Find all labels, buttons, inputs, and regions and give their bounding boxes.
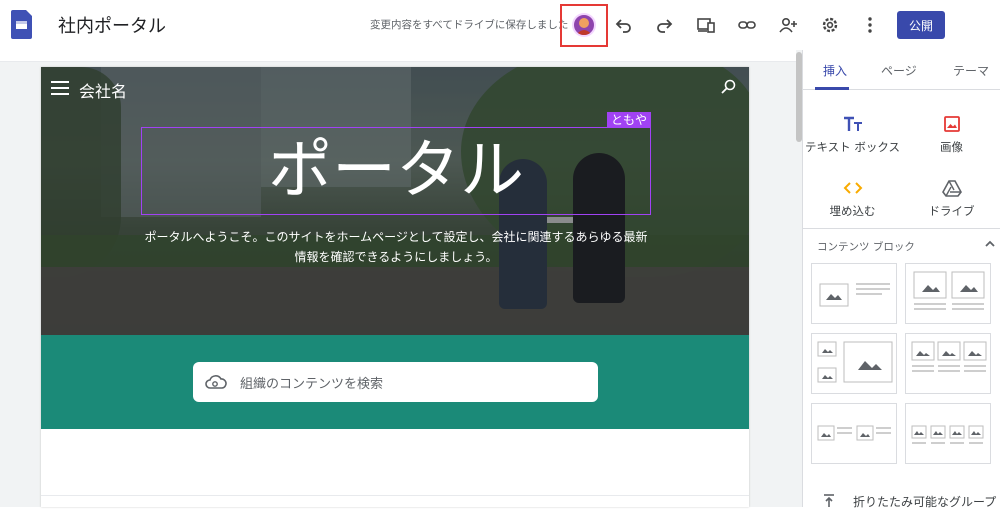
content-block-image-text[interactable] [811, 263, 897, 324]
publish-button[interactable]: 公開 [897, 11, 945, 39]
insert-panel: 挿入 ページ テーマ テキスト ボックス 画像 埋め込む ドライブ コンテンツ … [802, 50, 1000, 509]
image-icon [943, 116, 960, 132]
tool-label: 埋め込む [829, 204, 876, 218]
hero-description[interactable]: ポータルへようこそ。このサイトをホームページとして設定し、会社に関連するあらゆる… [141, 227, 651, 267]
collapsible-group-label: 折りたたみ可能なグループ [853, 495, 997, 509]
insert-text-box-button[interactable]: テキスト ボックス [803, 105, 902, 165]
top-bar: 社内ポータル 変更内容をすべてドライブに保存しました 公開 [0, 0, 1000, 50]
tool-label: テキスト ボックス [805, 140, 900, 154]
undo-icon[interactable] [612, 13, 636, 37]
save-status: 変更内容をすべてドライブに保存しました [370, 19, 569, 31]
preview-icon[interactable] [694, 13, 718, 37]
insert-image-button[interactable]: 画像 [902, 105, 1000, 165]
hero-title[interactable]: ポータル [142, 132, 650, 210]
drive-icon [941, 180, 962, 197]
ruler [0, 50, 796, 62]
search-section: 組織のコンテンツを検索 [41, 335, 749, 429]
sites-logo-icon[interactable] [11, 10, 32, 39]
content-blocks-header[interactable]: コンテンツ ブロック [817, 239, 915, 254]
search-icon[interactable] [721, 79, 737, 95]
hero-header[interactable]: 会社名 ともや ポータル ポータルへようこそ。このサイトをホームページとして設定… [41, 67, 749, 335]
more-icon[interactable] [858, 13, 882, 37]
hero-description-line: 情報を確認できるようにしましょう。 [294, 250, 498, 264]
user-avatar[interactable] [572, 13, 596, 37]
chevron-up-icon[interactable] [984, 238, 996, 250]
content-block-two-image-text[interactable] [811, 403, 897, 464]
panel-divider [803, 228, 1000, 229]
tool-label: 画像 [940, 140, 963, 154]
content-block-two-images[interactable] [905, 263, 991, 324]
search-placeholder: 組織のコンテンツを検索 [240, 377, 384, 392]
panel-tabs: 挿入 ページ テーマ [803, 50, 1000, 90]
content-block-four-columns[interactable] [905, 403, 991, 464]
content-block-gallery[interactable] [811, 333, 897, 394]
content-block-three-columns[interactable] [905, 333, 991, 394]
share-icon[interactable] [776, 13, 800, 37]
collapsible-group-icon [824, 494, 834, 507]
tab-insert[interactable]: 挿入 [823, 62, 847, 79]
redo-icon[interactable] [652, 13, 676, 37]
tab-pages[interactable]: ページ [881, 62, 917, 79]
cloud-search-icon [205, 375, 227, 389]
menu-icon[interactable] [51, 81, 69, 95]
document-title[interactable]: 社内ポータル [58, 12, 166, 38]
insert-drive-button[interactable]: ドライブ [902, 169, 1000, 229]
tab-themes[interactable]: テーマ [953, 62, 989, 79]
settings-icon[interactable] [818, 13, 842, 37]
embed-icon [843, 182, 862, 194]
collaborator-tag: ともや [606, 112, 651, 128]
link-icon[interactable] [735, 13, 759, 37]
text-box-icon [843, 116, 862, 131]
highlighted-avatar-frame [560, 4, 608, 47]
hero-description-line: ポータルへようこそ。このサイトをホームページとして設定し、会社に関連するあらゆる… [144, 230, 648, 244]
section-divider [41, 495, 749, 496]
insert-embed-button[interactable]: 埋め込む [803, 169, 902, 229]
active-tab-indicator [815, 87, 849, 90]
org-search-input[interactable]: 組織のコンテンツを検索 [193, 362, 598, 402]
title-text-box[interactable]: ともや ポータル [141, 112, 651, 215]
tool-label: ドライブ [928, 204, 975, 218]
site-page: 会社名 ともや ポータル ポータルへようこそ。このサイトをホームページとして設定… [41, 67, 749, 507]
company-name[interactable]: 会社名 [79, 78, 127, 102]
